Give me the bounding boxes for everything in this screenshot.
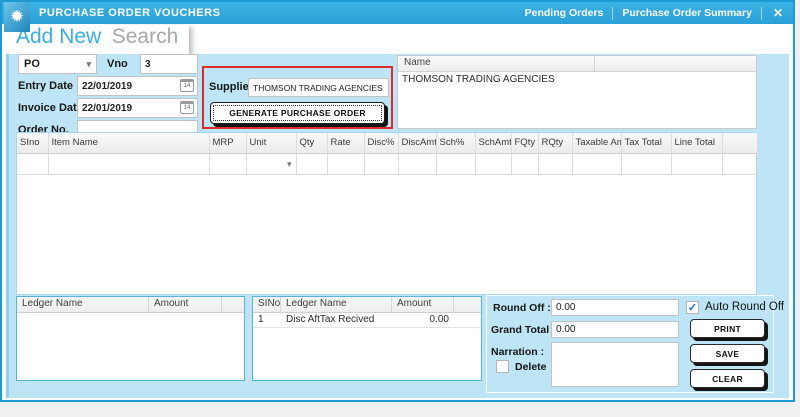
col-fqty: FQty [511, 133, 539, 154]
narration-input[interactable] [551, 342, 679, 387]
unit-cell[interactable]: ▾ [246, 153, 297, 175]
print-button[interactable]: PRINT [690, 319, 765, 338]
col-disc-pct: Disc% [364, 133, 399, 154]
col-mrp: MRP [209, 133, 247, 154]
col-rate: Rate [327, 133, 365, 154]
col-sch-amt: SchAmt [475, 133, 512, 154]
col-rqty: RQty [538, 133, 573, 154]
rate-cell[interactable] [327, 153, 365, 175]
invoice-date-label: Invoice Date [18, 102, 83, 114]
supplier-name-grid: Name THOMSON TRADING AGENCIES [397, 55, 757, 129]
tab-strip: Add New Search [2, 24, 793, 55]
titlebar-separator [760, 6, 762, 20]
taxable-amt-cell[interactable] [572, 153, 622, 175]
col-sch-pct: Sch% [436, 133, 476, 154]
titlebar-separator [612, 6, 614, 20]
ledger-row[interactable]: 1 Disc AftTax Recived 0.00 [253, 313, 481, 328]
title-bar: PURCHASE ORDER VOUCHERS Pending Orders P… [2, 2, 793, 24]
blank-header [222, 297, 244, 312]
purchase-order-summary-link[interactable]: Purchase Order Summary [622, 7, 752, 19]
ledger-table-middle: SINo Ledger Name Amount 1 Disc AftTax Re… [252, 296, 482, 381]
slno-header: SINo [253, 297, 281, 312]
supplier-input[interactable] [248, 78, 389, 97]
line-total-cell[interactable] [671, 153, 723, 175]
slno-cell[interactable] [17, 153, 49, 175]
grand-total-label: Grand Total : [491, 324, 556, 336]
col-taxable-amt: Taxable Am [572, 133, 622, 154]
totals-section: Round Off : Grand Total : Narration : De… [486, 295, 784, 393]
ledger-row-name: Disc AftTax Recived [286, 314, 375, 325]
round-off-input[interactable] [551, 299, 679, 316]
ledger-mid-header: SINo Ledger Name Amount [253, 297, 481, 313]
chevron-down-icon: ▾ [86, 58, 91, 69]
app-logo: ✹ [4, 2, 30, 32]
ledger-row-amount: 0.00 [429, 314, 449, 325]
close-icon[interactable]: ✕ [771, 6, 785, 20]
sch-pct-cell[interactable] [436, 153, 476, 175]
items-header-row: SIno Item Name MRP Unit Qty Rate Disc% D… [17, 133, 758, 154]
clear-button[interactable]: CLEAR [690, 369, 765, 388]
unit-dropdown-icon[interactable]: ▾ [287, 159, 292, 170]
items-entry-row: ▾ [17, 153, 758, 175]
ledger-table-left: Ledger Name Amount [16, 296, 245, 381]
supplier-highlight-box: Supplier GENERATE PURCHASE ORDER [202, 66, 393, 129]
sch-amt-cell[interactable] [475, 153, 512, 175]
ledger-row-slno: 1 [258, 314, 264, 325]
supplier-label: Supplier [209, 81, 254, 93]
items-table: SIno Item Name MRP Unit Qty Rate Disc% D… [16, 132, 758, 295]
col-qty: Qty [296, 133, 328, 154]
col-unit: Unit [246, 133, 297, 154]
item-name-cell[interactable] [48, 153, 210, 175]
ledger-left-header: Ledger Name Amount [17, 297, 244, 313]
invoice-date-calendar-icon[interactable]: 14 [180, 101, 194, 114]
name-column-header: Name [404, 57, 431, 68]
delete-label: Delete [515, 361, 547, 373]
auto-round-off-checkbox[interactable]: ✓ [686, 301, 699, 314]
disc-pct-cell[interactable] [364, 153, 399, 175]
pending-orders-link[interactable]: Pending Orders [525, 7, 604, 19]
delete-checkbox[interactable] [496, 360, 509, 373]
ledger-name-header: Ledger Name [281, 297, 392, 312]
entry-date-label: Entry Date [18, 80, 74, 92]
narration-label: Narration : [491, 346, 545, 358]
voucher-type-dropdown[interactable]: PO ▾ [18, 54, 97, 74]
ledger-name-header: Ledger Name [17, 297, 149, 312]
mrp-cell[interactable] [209, 153, 247, 175]
rqty-cell[interactable] [538, 153, 573, 175]
auto-round-off-label: Auto Round Off [705, 301, 785, 313]
blank-cell [722, 153, 758, 175]
blank-header [454, 297, 481, 312]
grand-total-input[interactable] [551, 321, 679, 338]
check-icon: ✓ [687, 302, 698, 314]
vno-input[interactable] [140, 54, 198, 74]
purchase-order-vouchers-window: PURCHASE ORDER VOUCHERS Pending Orders P… [0, 0, 795, 402]
generate-purchase-order-button[interactable]: GENERATE PURCHASE ORDER [210, 102, 385, 124]
entry-date-calendar-icon[interactable]: 14 [180, 79, 194, 92]
save-button[interactable]: SAVE [690, 344, 765, 363]
voucher-type-value: PO [24, 58, 40, 70]
star-icon: ✹ [9, 7, 25, 26]
col-item-name: Item Name [48, 133, 210, 154]
amount-header: Amount [149, 297, 222, 312]
round-off-label: Round Off : [493, 302, 551, 314]
name-grid-row[interactable]: THOMSON TRADING AGENCIES [398, 72, 756, 87]
qty-cell[interactable] [296, 153, 328, 175]
col-tax-total: Tax Total [621, 133, 672, 154]
col-line-total: Line Total [671, 133, 723, 154]
window-title: PURCHASE ORDER VOUCHERS [39, 7, 221, 19]
vno-label: Vno [107, 58, 128, 70]
tab-search[interactable]: Search [101, 25, 189, 55]
col-blank [722, 133, 758, 154]
disc-amt-cell[interactable] [398, 153, 437, 175]
column-divider [594, 56, 595, 72]
fqty-cell[interactable] [511, 153, 539, 175]
col-disc-amt: DiscAmt [398, 133, 437, 154]
tax-total-cell[interactable] [621, 153, 672, 175]
name-grid-header: Name [398, 56, 756, 72]
col-slno: SIno [17, 133, 49, 154]
amount-header: Amount [392, 297, 454, 312]
